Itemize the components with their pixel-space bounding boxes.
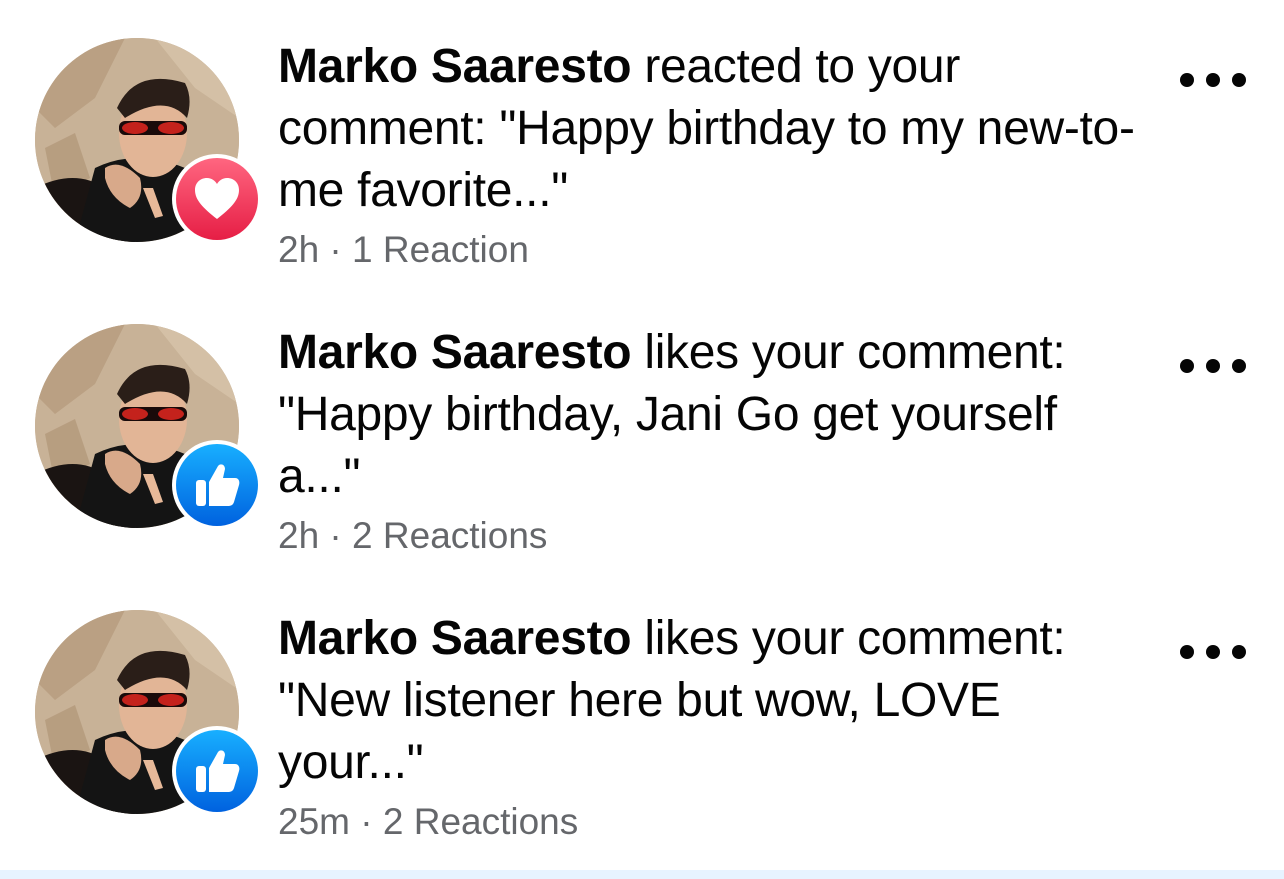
more-options-button[interactable] — [1180, 634, 1246, 670]
more-options-button[interactable] — [1180, 348, 1246, 384]
thumbs-up-icon — [176, 444, 258, 526]
actor-name[interactable]: Marko Saaresto — [278, 326, 632, 379]
notification-item[interactable]: Marko Saaresto likes your comment: "New … — [0, 572, 1284, 858]
actor-name[interactable]: Marko Saaresto — [278, 612, 632, 665]
more-dot-icon — [1206, 645, 1220, 659]
notification-meta: 2h · 1 Reaction — [278, 226, 529, 274]
notification-item[interactable]: Marko Saaresto reacted to your comment: … — [0, 0, 1284, 286]
timestamp: 2h — [278, 229, 320, 270]
timestamp: 25m — [278, 801, 350, 842]
notification-text[interactable]: Marko Saaresto likes your comment: "Happ… — [278, 322, 1138, 508]
more-dot-icon — [1180, 73, 1194, 87]
reaction-badge — [172, 440, 262, 530]
avatar-container — [35, 38, 262, 244]
reaction-count[interactable]: 1 Reaction — [352, 229, 529, 270]
notification-meta: 2h · 2 Reactions — [278, 512, 547, 560]
meta-separator: · — [349, 801, 383, 842]
reaction-badge — [172, 726, 262, 816]
avatar-container — [35, 610, 262, 816]
reaction-count[interactable]: 2 Reactions — [383, 801, 578, 842]
notification-meta: 25m · 2 Reactions — [278, 798, 578, 846]
more-dot-icon — [1206, 359, 1220, 373]
notification-text[interactable]: Marko Saaresto likes your comment: "New … — [278, 608, 1138, 794]
avatar-container — [35, 324, 262, 530]
more-dot-icon — [1180, 645, 1194, 659]
more-dot-icon — [1232, 645, 1246, 659]
more-options-button[interactable] — [1180, 62, 1246, 98]
meta-separator: · — [319, 515, 353, 556]
actor-name[interactable]: Marko Saaresto — [278, 40, 632, 93]
more-dot-icon — [1232, 359, 1246, 373]
thumbs-up-icon — [176, 730, 258, 812]
heart-icon — [176, 158, 258, 240]
more-dot-icon — [1232, 73, 1246, 87]
notification-item[interactable]: Marko Saaresto likes your comment: "Happ… — [0, 286, 1284, 572]
next-notification-edge — [0, 870, 1284, 879]
notifications-feed: Marko Saaresto reacted to your comment: … — [0, 0, 1284, 879]
reaction-count[interactable]: 2 Reactions — [352, 515, 547, 556]
more-dot-icon — [1206, 73, 1220, 87]
notification-text[interactable]: Marko Saaresto reacted to your comment: … — [278, 36, 1138, 222]
more-dot-icon — [1180, 359, 1194, 373]
timestamp: 2h — [278, 515, 320, 556]
reaction-badge — [172, 154, 262, 244]
meta-separator: · — [319, 229, 353, 270]
